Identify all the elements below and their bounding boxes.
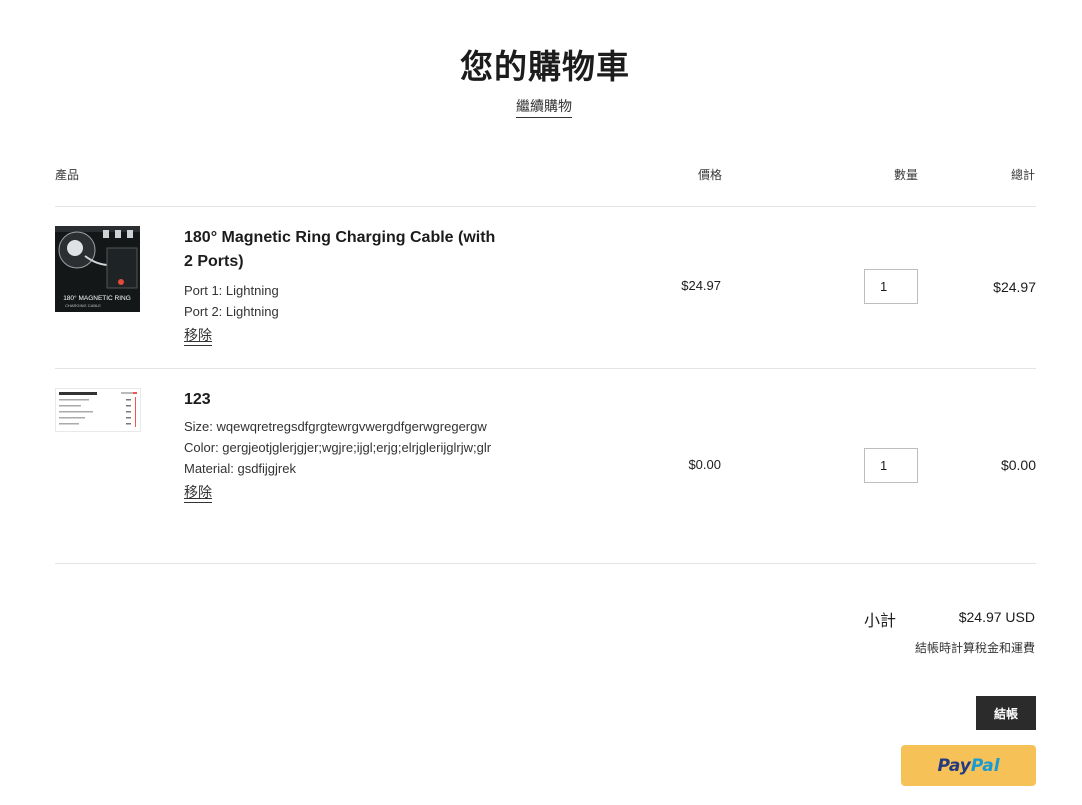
page-title: 您的購物車	[460, 47, 630, 86]
thumb-subtitle-text: CHARGING CABLE	[65, 303, 101, 308]
item-price: $0.00	[688, 457, 721, 472]
paypal-logo-pal: Pal	[970, 755, 1000, 776]
tax-shipping-note: 結帳時計算稅金和運費	[914, 641, 1035, 655]
product-thumbnail[interactable]	[55, 388, 141, 432]
checkout-button[interactable]: 結帳	[976, 696, 1036, 730]
product-name[interactable]: 123	[184, 388, 514, 412]
quantity-input[interactable]	[864, 448, 918, 483]
product-info: 123 Size: wqewqretregsdfgrgtewrgvwergdfg…	[184, 388, 514, 503]
divider	[55, 563, 1036, 564]
quantity-input[interactable]	[864, 269, 918, 304]
header-product: 產品	[55, 168, 80, 182]
product-option: Port 2: Lightning	[184, 304, 279, 319]
line-total: $0.00	[1000, 457, 1036, 473]
thumb-title-text: 180° MAGNETIC RING	[63, 294, 131, 302]
subtotal-value: $24.97 USD	[958, 609, 1035, 625]
paypal-logo-pay: Pay	[937, 755, 971, 776]
item-price: $24.97	[681, 278, 721, 293]
product-option: Color: gergjeotjglerjgjer;wgjre;ijgl;erj…	[184, 440, 492, 455]
header-total: 總計	[1010, 168, 1035, 182]
line-total: $24.97	[993, 279, 1036, 295]
cable-product-image: 180° MAGNETIC RING CHARGING CABLE	[55, 226, 140, 312]
product-option: Port 1: Lightning	[184, 283, 279, 298]
report-product-image	[56, 389, 140, 431]
remove-item-button[interactable]: 移除	[184, 485, 212, 503]
cart-item: 180° MAGNETIC RING CHARGING CABLE 180° M…	[55, 206, 1036, 368]
paypal-button[interactable]: PayPal	[901, 745, 1036, 786]
continue-shopping-link[interactable]: 繼續購物	[516, 96, 572, 118]
cart-item: 123 Size: wqewqretregsdfgrgtewrgvwergdfg…	[55, 368, 1036, 563]
product-name[interactable]: 180° Magnetic Ring Charging Cable (with …	[184, 226, 504, 274]
subtotal-label: 小計	[864, 611, 897, 630]
remove-item-button[interactable]: 移除	[184, 328, 212, 346]
product-thumbnail[interactable]: 180° MAGNETIC RING CHARGING CABLE	[55, 226, 140, 312]
product-option: Size: wqewqretregsdfgrgtewrgvwergdfgerwg…	[184, 419, 487, 434]
product-option: Material: gsdfijgjrek	[184, 461, 296, 476]
header-price: 價格	[697, 168, 722, 182]
product-info: 180° Magnetic Ring Charging Cable (with …	[184, 226, 504, 346]
header-quantity: 數量	[893, 168, 918, 182]
